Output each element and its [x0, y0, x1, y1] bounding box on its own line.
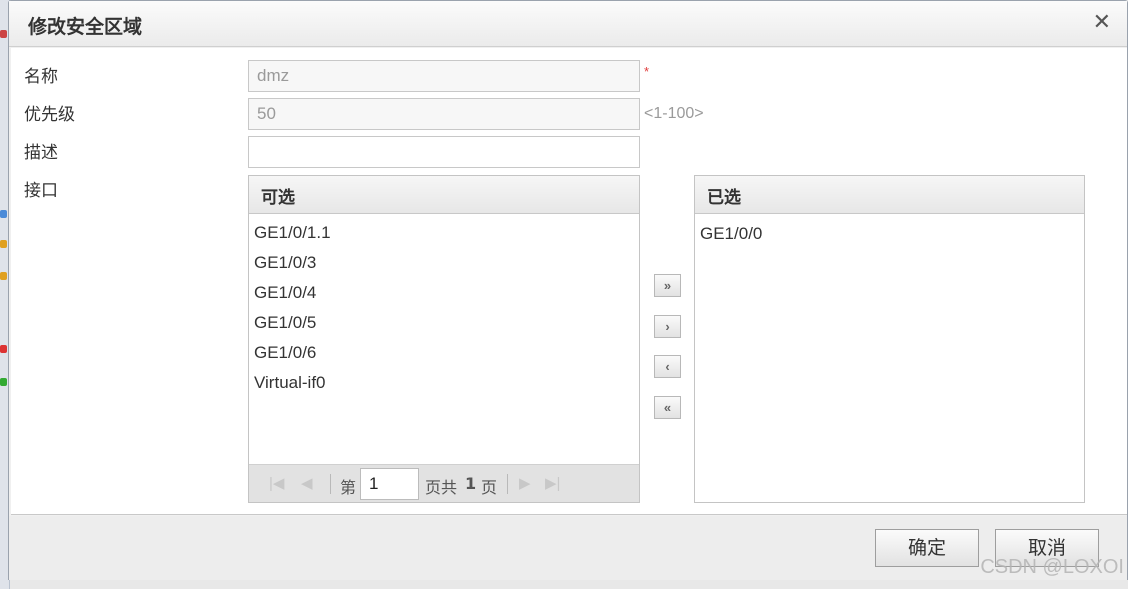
- edit-security-zone-dialog: 修改安全区域 ✕ 名称 dmz * 优先级 50 <1-100> 描述 接口 可…: [8, 0, 1128, 580]
- dialog-footer: 确定 取消: [9, 516, 1127, 580]
- required-mark: *: [644, 64, 650, 79]
- bg-icon: [0, 272, 7, 280]
- pager-divider: [507, 474, 508, 494]
- list-item[interactable]: GE1/0/6: [249, 337, 639, 367]
- description-label: 描述: [24, 143, 58, 163]
- bg-icon: [0, 30, 7, 38]
- dialog-titlebar[interactable]: 修改安全区域 ✕: [9, 1, 1127, 47]
- list-item[interactable]: GE1/0/4: [249, 277, 639, 307]
- available-header: 可选: [249, 176, 639, 214]
- dialog-body: 名称 dmz * 优先级 50 <1-100> 描述 接口 可选 GE1/0/1…: [11, 48, 1127, 515]
- list-item[interactable]: GE1/0/5: [249, 307, 639, 337]
- pager-total: 1: [465, 474, 477, 493]
- page-number-input[interactable]: 1: [360, 468, 419, 500]
- priority-field[interactable]: 50: [248, 98, 640, 130]
- list-item[interactable]: GE1/0/1.1: [249, 217, 639, 247]
- pager-divider: [330, 474, 331, 494]
- first-page-icon[interactable]: |◀: [269, 474, 284, 492]
- bg-icon: [0, 345, 7, 353]
- description-field[interactable]: [248, 136, 640, 168]
- selected-header: 已选: [695, 176, 1084, 214]
- list-item[interactable]: Virtual-if0: [249, 367, 639, 397]
- add-button[interactable]: ›: [654, 315, 681, 338]
- add-all-button[interactable]: »: [654, 274, 681, 297]
- pager-suffix-a: 页共: [425, 478, 458, 497]
- name-field[interactable]: dmz: [248, 60, 640, 92]
- close-icon[interactable]: ✕: [1093, 11, 1111, 35]
- last-page-icon[interactable]: ▶|: [545, 474, 560, 492]
- dialog-title: 修改安全区域: [28, 16, 143, 38]
- list-item[interactable]: GE1/0/3: [249, 247, 639, 277]
- watermark: CSDN @LOXOI: [980, 556, 1124, 578]
- remove-all-button[interactable]: «: [654, 396, 681, 419]
- interface-label: 接口: [24, 181, 58, 201]
- pagination-bar: |◀ ◀ 第 1 页共 1 页 ▶ ▶|: [249, 464, 639, 502]
- priority-label: 优先级: [24, 105, 75, 125]
- name-label: 名称: [24, 67, 58, 87]
- selected-list: GE1/0/0: [695, 214, 1084, 248]
- available-interfaces-panel: 可选 GE1/0/1.1 GE1/0/3 GE1/0/4 GE1/0/5 GE1…: [248, 175, 640, 503]
- bg-icon: [0, 378, 7, 386]
- next-page-icon[interactable]: ▶: [519, 474, 531, 492]
- priority-range-hint: <1-100>: [644, 105, 704, 122]
- pager-suffix-b: 页: [481, 478, 498, 497]
- remove-button[interactable]: ‹: [654, 355, 681, 378]
- ok-button[interactable]: 确定: [875, 529, 979, 567]
- pager-prefix: 第: [340, 478, 357, 497]
- bg-icon: [0, 210, 7, 218]
- available-list: GE1/0/1.1 GE1/0/3 GE1/0/4 GE1/0/5 GE1/0/…: [249, 214, 639, 397]
- selected-interfaces-panel: 已选 GE1/0/0: [694, 175, 1085, 503]
- prev-page-icon[interactable]: ◀: [301, 474, 313, 492]
- bg-icon: [0, 240, 7, 248]
- list-item[interactable]: GE1/0/0: [695, 218, 1084, 248]
